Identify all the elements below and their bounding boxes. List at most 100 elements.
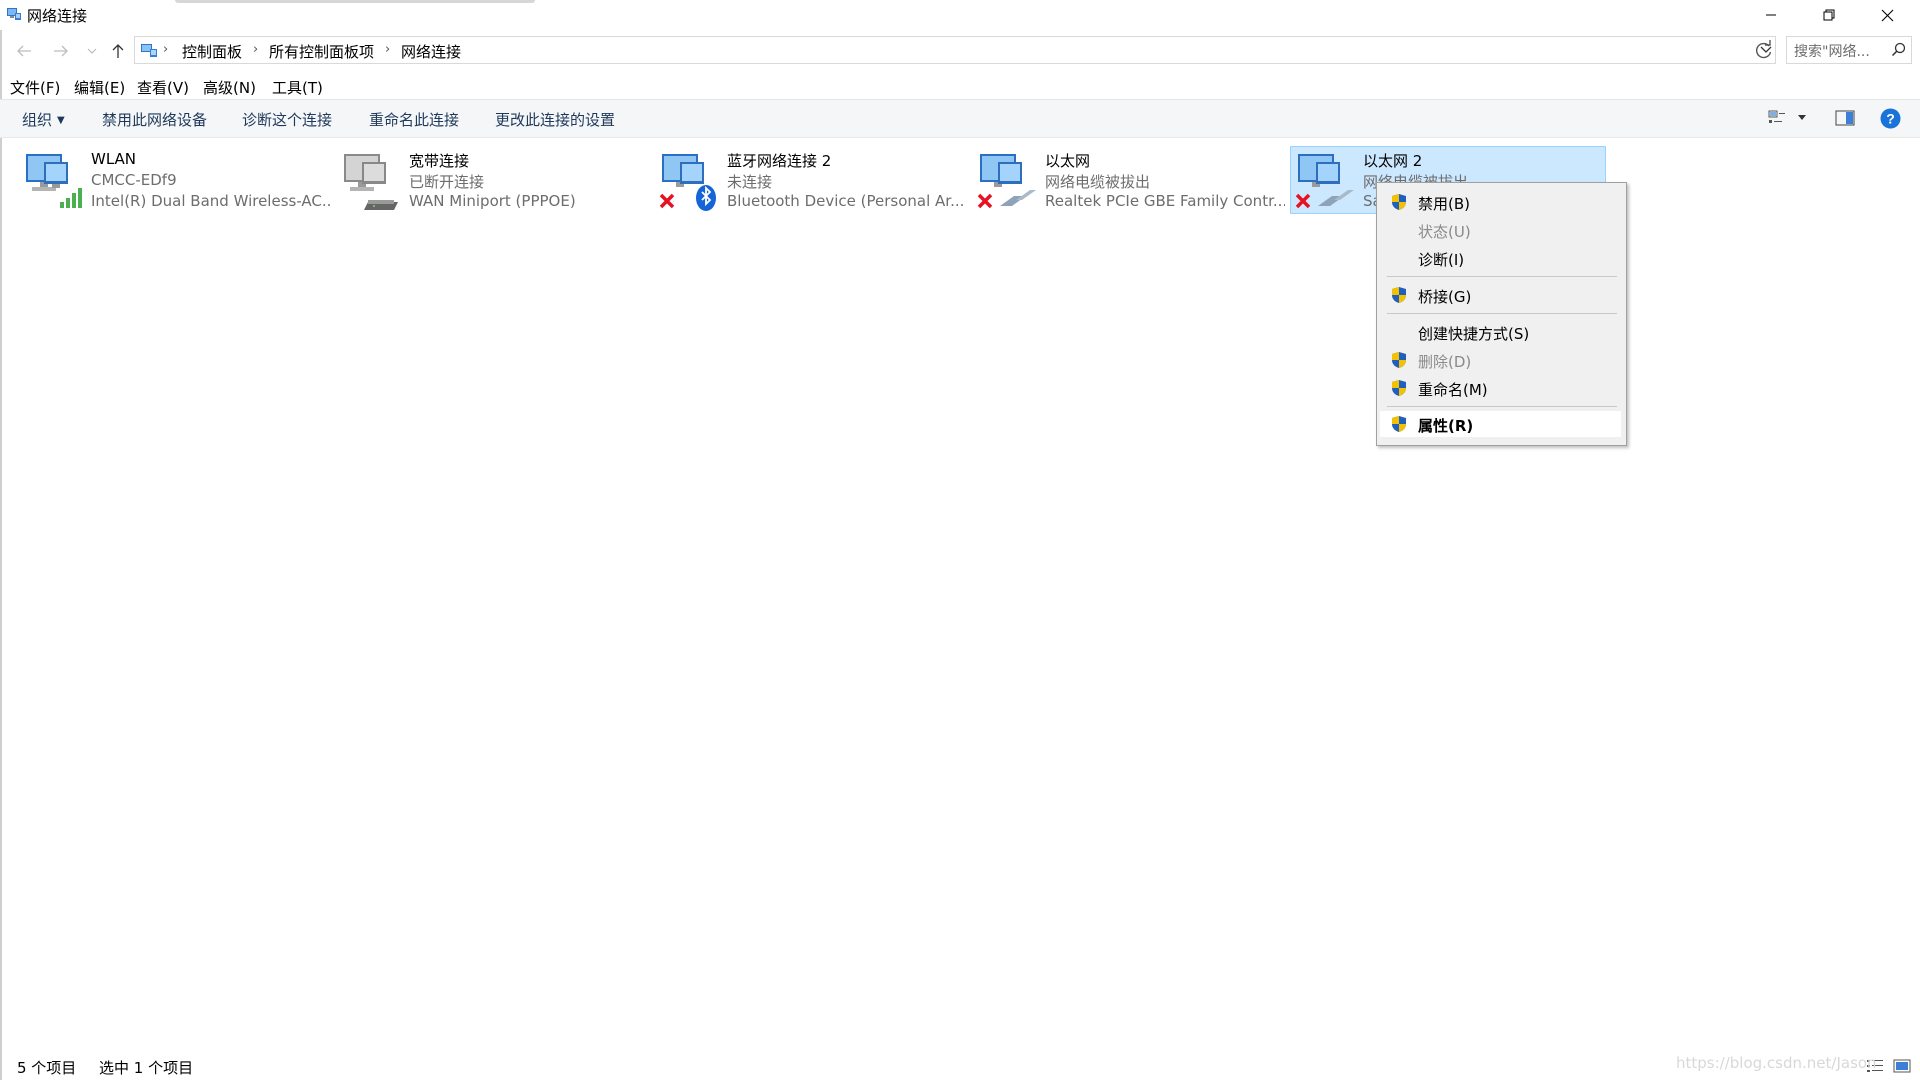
organize-label: 组织: [22, 111, 53, 129]
uac-shield-icon: [1392, 380, 1406, 396]
restore-button[interactable]: [1800, 0, 1858, 30]
menu-tools[interactable]: 工具(T): [272, 77, 323, 98]
connection-status: 未连接: [727, 173, 773, 191]
breadcrumb-separator-icon: ›: [253, 42, 259, 57]
connection-device: Realtek PCIe GBE Family Contr...: [1045, 192, 1285, 210]
connection-name: 宽带连接: [409, 152, 470, 170]
item-count: 5 个项目: [17, 1059, 77, 1077]
context-item-label: 重命名(M): [1418, 381, 1488, 399]
breadcrumb-separator-icon: ›: [385, 42, 391, 57]
uac-shield-icon: [1392, 416, 1406, 432]
minimize-button[interactable]: [1742, 0, 1800, 30]
up-button[interactable]: [106, 39, 130, 63]
breadcrumb-all-items[interactable]: 所有控制面板项: [269, 41, 374, 62]
close-button[interactable]: [1858, 0, 1916, 30]
context-bridge[interactable]: 桥接(G): [1380, 282, 1621, 308]
dropdown-arrow-icon: ▼: [57, 115, 65, 126]
uac-shield-icon: [1392, 352, 1406, 368]
connection-name: WLAN: [91, 150, 137, 168]
context-item-label: 诊断(I): [1418, 251, 1465, 269]
arrow-right-icon: [54, 45, 68, 57]
wifi-adapter-icon: [26, 154, 82, 208]
search-icon: [1891, 42, 1906, 57]
svg-text:?: ?: [1886, 111, 1895, 127]
uac-shield-icon: [1392, 194, 1406, 210]
change-view-icon[interactable]: [1767, 108, 1787, 128]
breadcrumb-control-panel[interactable]: 控制面板: [182, 41, 242, 62]
disable-device-button[interactable]: 禁用此网络设备: [102, 109, 207, 130]
connection-device: Bluetooth Device (Personal Ar...: [727, 192, 965, 210]
close-icon: [1881, 9, 1893, 21]
context-status[interactable]: 状态(U): [1380, 217, 1621, 243]
help-icon[interactable]: ?: [1880, 108, 1901, 129]
watermark: https://blog.csdn.net/Jason: [1676, 1054, 1877, 1072]
address-bar[interactable]: › 控制面板 › 所有控制面板项 › 网络连接: [134, 36, 1776, 64]
diagnose-connection-button[interactable]: 诊断这个连接: [242, 109, 332, 130]
chevron-down-icon: [87, 48, 97, 54]
menu-bar: 文件(F) 编辑(E) 查看(V) 高级(N) 工具(T): [0, 74, 1920, 98]
recent-locations-button[interactable]: [80, 39, 104, 63]
connection-status: CMCC-EDf9: [91, 171, 177, 189]
large-icons-view-icon[interactable]: [1893, 1058, 1911, 1074]
context-properties[interactable]: 属性(R): [1380, 411, 1621, 437]
command-bar: 组织 ▼ 禁用此网络设备 诊断这个连接 重命名此连接 更改此连接的设置 ?: [0, 99, 1920, 138]
arrow-left-icon: [17, 45, 31, 57]
connection-wlan[interactable]: WLAN CMCC-EDf9 Intel(R) Dual Band Wirele…: [18, 146, 334, 214]
search-box[interactable]: 搜索"网络...: [1786, 36, 1912, 64]
context-item-label: 属性(R): [1418, 417, 1474, 435]
context-disable[interactable]: 禁用(B): [1380, 189, 1621, 215]
context-menu: 禁用(B) 状态(U) 诊断(I) 桥接(G) 创建快捷方式(S) 删除(D) …: [1376, 182, 1627, 446]
context-separator: [1387, 276, 1617, 277]
selected-count: 选中 1 个项目: [99, 1059, 194, 1077]
preview-pane-icon[interactable]: [1835, 110, 1855, 126]
context-item-label: 状态(U): [1418, 223, 1471, 241]
change-settings-button[interactable]: 更改此连接的设置: [495, 109, 615, 130]
context-item-label: 创建快捷方式(S): [1418, 325, 1530, 343]
context-diagnose[interactable]: 诊断(I): [1380, 245, 1621, 271]
context-rename[interactable]: 重命名(M): [1380, 375, 1621, 401]
refresh-icon[interactable]: [1753, 39, 1775, 61]
menu-view[interactable]: 查看(V): [137, 77, 189, 98]
title-bar-shadow: [175, 0, 535, 3]
arrow-up-icon: [112, 44, 124, 58]
connection-name: 以太网: [1045, 152, 1091, 170]
control-panel-icon: [141, 44, 157, 57]
connection-device: Intel(R) Dual Band Wireless-AC...: [91, 192, 331, 210]
connection-device: WAN Miniport (PPPOE): [409, 192, 576, 210]
forward-button[interactable]: [49, 39, 73, 63]
menu-file[interactable]: 文件(F): [10, 77, 60, 98]
bluetooth-icon: [659, 154, 716, 211]
connection-bluetooth[interactable]: 蓝牙网络连接 2 未连接 Bluetooth Device (Personal …: [654, 146, 970, 214]
navigation-bar: › 控制面板 › 所有控制面板项 › 网络连接 搜索"网络...: [0, 33, 1920, 68]
status-bar: 5 个项目 选中 1 个项目: [0, 1052, 1920, 1080]
back-button[interactable]: [12, 39, 36, 63]
menu-advanced[interactable]: 高级(N): [203, 77, 256, 98]
title-bar: 网络连接: [0, 0, 1920, 30]
network-connections-icon: [7, 8, 21, 20]
context-item-label: 桥接(G): [1418, 288, 1472, 306]
connection-name: 蓝牙网络连接 2: [727, 152, 832, 170]
context-item-label: 禁用(B): [1418, 195, 1470, 213]
connection-name: 以太网 2: [1363, 152, 1423, 170]
search-placeholder: 搜索"网络...: [1794, 44, 1870, 60]
connection-status: 已断开连接: [409, 173, 485, 191]
window-border: [0, 0, 2, 1080]
connection-broadband[interactable]: 宽带连接 已断开连接 WAN Miniport (PPPOE): [336, 146, 652, 214]
context-create-shortcut[interactable]: 创建快捷方式(S): [1380, 319, 1621, 345]
window-title: 网络连接: [27, 7, 88, 25]
ethernet-cable-icon: [977, 154, 1036, 209]
view-options-dropdown-icon[interactable]: [1797, 114, 1807, 122]
restore-icon: [1823, 9, 1835, 21]
breadcrumb-separator-icon: ›: [163, 42, 169, 57]
menu-edit[interactable]: 编辑(E): [74, 77, 125, 98]
connection-ethernet[interactable]: 以太网 网络电缆被拔出 Realtek PCIe GBE Family Cont…: [972, 146, 1288, 214]
context-separator: [1387, 313, 1617, 314]
context-delete[interactable]: 删除(D): [1380, 347, 1621, 373]
modem-icon: [344, 154, 398, 210]
organize-button[interactable]: 组织 ▼: [22, 109, 65, 130]
connection-status: 网络电缆被拔出: [1045, 173, 1151, 191]
breadcrumb-network-connections[interactable]: 网络连接: [401, 41, 461, 62]
context-separator: [1387, 406, 1617, 407]
minimize-icon: [1766, 14, 1776, 16]
rename-connection-button[interactable]: 重命名此连接: [369, 109, 459, 130]
